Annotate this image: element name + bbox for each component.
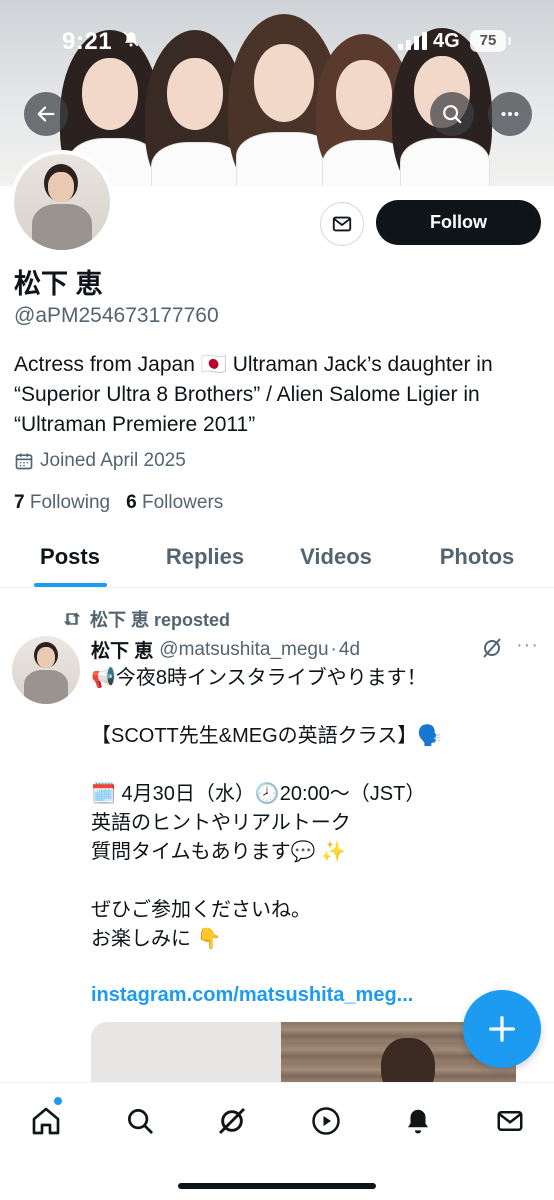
more-options-button[interactable] [488,92,532,136]
repost-label: 松下 恵 reposted [90,610,231,630]
nav-messages[interactable] [490,1101,530,1141]
post-author-name[interactable]: 松下 恵 [91,636,153,663]
post-line: お楽しみに 👇 [91,928,222,950]
post-line: ぜひご参加くださいね。 [91,899,311,921]
repost-icon [63,612,81,626]
grok-icon [218,1107,246,1135]
tab-photos[interactable]: Photos [424,528,530,588]
plus-icon [489,1016,515,1042]
post-line: 🗓️ 4月30日（水）🕗20:00〜（JST） [91,783,426,805]
calendar-icon [15,453,33,470]
more-horizontal-icon [501,111,519,117]
silent-mode-icon [122,30,140,53]
post-link[interactable]: instagram.com/matsushita_meg... [91,984,413,1007]
profile-avatar[interactable] [10,150,114,254]
grok-icon [483,638,501,658]
post-header: 松下 恵 @matsushita_megu · 4d [91,636,360,663]
post-line [91,867,531,896]
post-author-handle[interactable]: @matsushita_megu [159,639,328,661]
display-name: 松下 恵 [14,269,103,299]
joined-text: Joined April 2025 [40,450,186,471]
status-bar: 9:21 4G 75 [0,0,554,84]
post-more-button[interactable]: ··· [516,634,539,657]
follow-button[interactable]: Follow [376,200,541,245]
post-separator: · [330,638,337,660]
home-icon [32,1107,60,1135]
post-body: 📢今夜8時インスタライブやります！ 【SCOTT先生&MEGの英語クラス】🗣️ … [91,664,531,954]
battery-icon: 75 [470,30,511,52]
followers-count: 6 [126,492,137,513]
profile-bio: Actress from Japan 🇯🇵 Ultraman Jack’s da… [14,353,493,436]
post-time: 4d [338,638,361,660]
post-line: 【SCOTT先生&MEGの英語クラス】🗣️ [91,725,443,747]
signal-icon [398,32,427,50]
network-type: 4G [433,30,460,52]
compose-button[interactable] [463,990,541,1068]
home-indicator [178,1183,376,1189]
message-button[interactable] [320,202,364,246]
back-button[interactable] [24,92,68,136]
tab-replies[interactable]: Replies [150,528,260,588]
tab-videos[interactable]: Videos [286,528,386,588]
notification-dot [54,1097,62,1105]
followers-label: Followers [141,492,224,513]
following-label: Following [29,492,111,513]
nav-notifications[interactable] [398,1101,438,1141]
bell-icon [408,1109,428,1134]
mail-icon [332,216,352,232]
active-tab-indicator [34,583,107,587]
post-line: 📢今夜8時インスタライブやります！ [91,667,427,689]
mail-icon [497,1111,523,1131]
nav-grok[interactable] [212,1101,252,1141]
nav-video[interactable] [306,1101,346,1141]
follow-counts: 7 Following 6 Followers [14,492,223,514]
post-line: 質問タイムもあります💬 ✨ [91,841,346,863]
post-line: 英語のヒントやリアルトーク [91,812,351,834]
nav-home[interactable] [26,1101,66,1141]
arrow-left-icon [37,106,55,122]
joined-date: Joined April 2025 [14,450,186,472]
grok-button[interactable] [480,636,504,665]
nav-search[interactable] [120,1101,160,1141]
repost-indicator: 松下 恵 reposted [62,606,230,632]
post-line [91,693,531,722]
tab-posts[interactable]: Posts [24,528,116,588]
search-button[interactable] [430,92,474,136]
search-icon [128,1109,153,1134]
search-icon [443,105,462,124]
following-link[interactable]: 7 Following [14,492,110,514]
user-handle: @aPM254673177760 [14,304,219,327]
following-count: 7 [14,492,25,513]
post-line [91,751,531,780]
post-author-avatar[interactable] [12,636,80,704]
profile-tabs: Posts Replies Videos Photos [0,528,554,588]
play-icon [312,1107,340,1135]
bottom-navigation [0,1082,554,1200]
avatar-image [14,154,110,250]
followers-link[interactable]: 6 Followers [126,492,223,514]
status-time: 9:21 [62,28,113,55]
